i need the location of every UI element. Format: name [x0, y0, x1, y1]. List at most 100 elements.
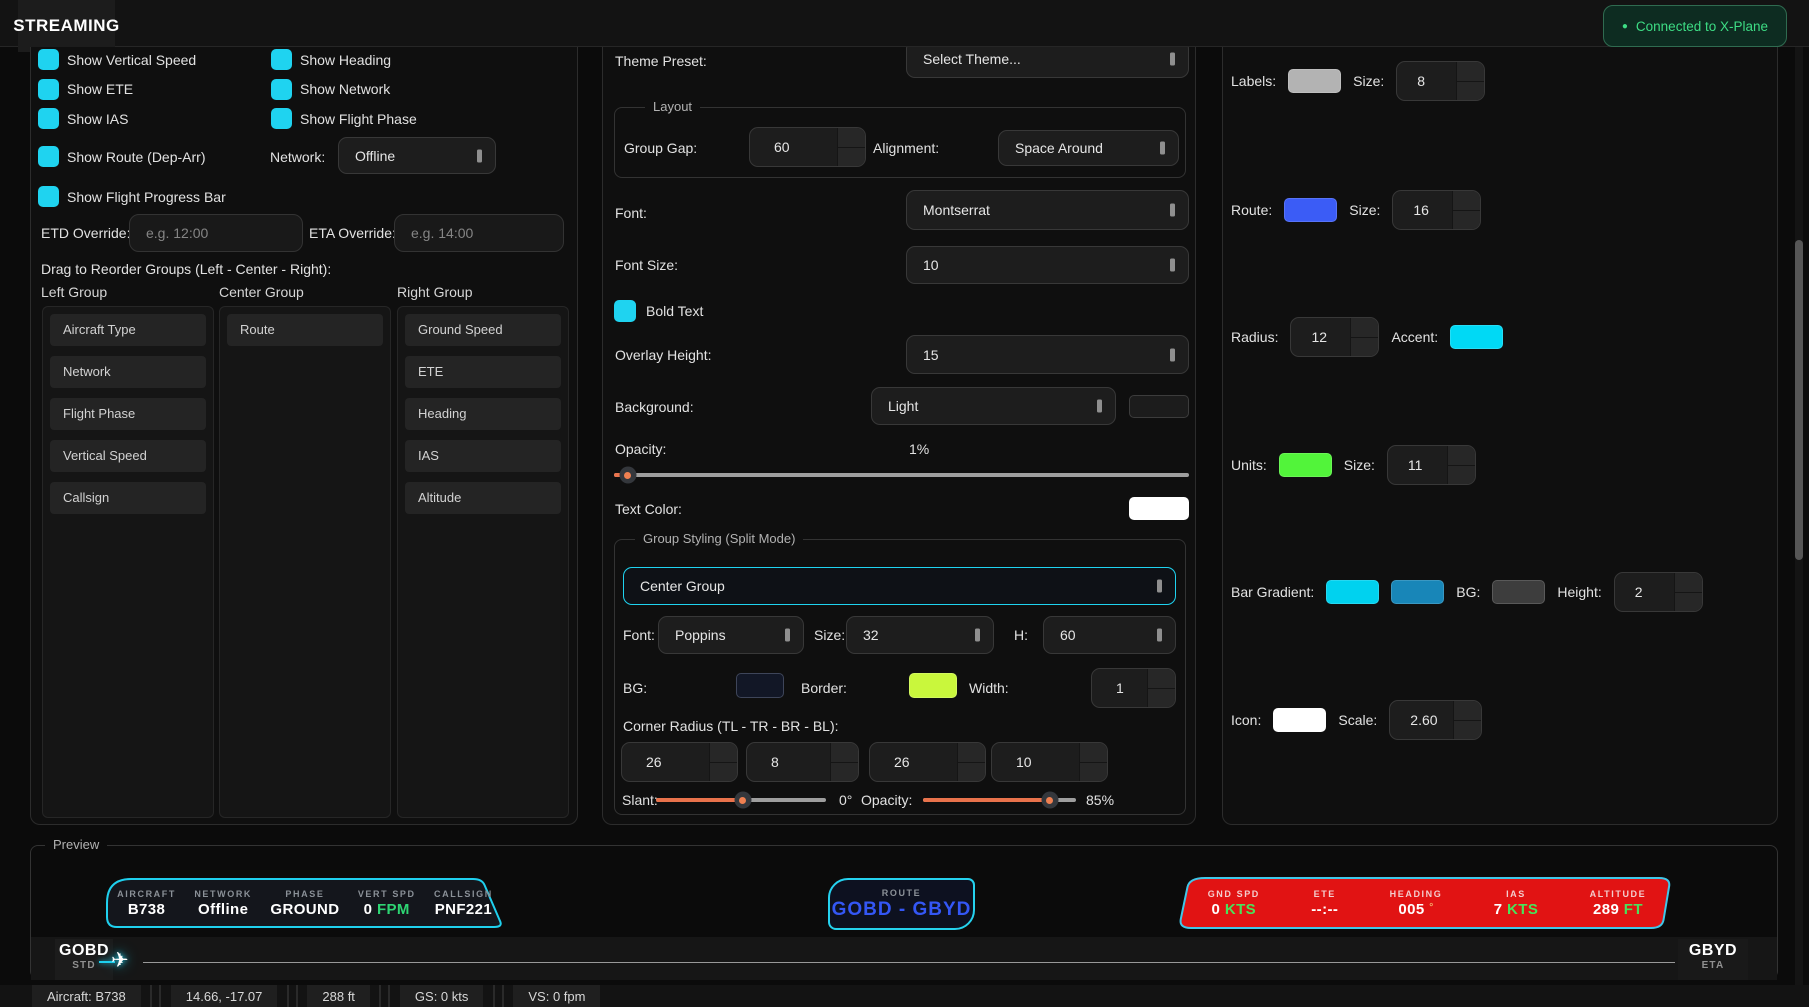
checkbox-show-vertical-speed[interactable]	[38, 49, 59, 70]
icon-scale-input[interactable]: 2.60	[1389, 700, 1482, 740]
corner-radius-bl-input[interactable]: 10	[991, 742, 1108, 782]
spinner-up-button[interactable]	[958, 743, 985, 763]
group-item[interactable]: Ground Speed	[405, 314, 561, 346]
font-size-select[interactable]: 10	[906, 246, 1189, 284]
tab-streaming[interactable]: STREAMING	[18, 0, 115, 52]
spinner-up-button[interactable]	[710, 743, 737, 763]
spinner-up-button[interactable]	[1148, 669, 1175, 689]
spinner-down-button[interactable]	[1457, 82, 1484, 101]
border-width-input[interactable]: 1	[1091, 668, 1176, 708]
spinner	[830, 743, 858, 781]
accent-color-swatch[interactable]	[1450, 325, 1503, 349]
slider-handle-icon[interactable]	[734, 792, 751, 809]
labels-color-swatch[interactable]	[1288, 69, 1341, 93]
corner-radius-tl-input[interactable]: 26	[621, 742, 738, 782]
group-border-swatch[interactable]	[909, 673, 957, 698]
group-item[interactable]: ETE	[405, 356, 561, 388]
slider-track[interactable]	[614, 473, 1189, 477]
group-font-select[interactable]: Poppins	[658, 616, 804, 654]
checkbox-show-flight-phase[interactable]	[271, 108, 292, 129]
slider-handle-icon[interactable]	[1041, 792, 1058, 809]
spinner-down-button[interactable]	[1351, 338, 1378, 357]
group-gap-input[interactable]: 60	[749, 127, 866, 167]
corner-radius-br-value: 26	[894, 754, 910, 770]
checkbox-show-ias[interactable]	[38, 108, 59, 129]
checkbox-show-flight-progress-bar[interactable]	[38, 186, 59, 207]
spinner-down-button[interactable]	[1148, 689, 1175, 708]
group-item[interactable]: Route	[227, 314, 383, 346]
spinner-down-button[interactable]	[1675, 593, 1702, 612]
group-item[interactable]: IAS	[405, 440, 561, 472]
preview-cell: VERT SPD 0 FPM	[358, 889, 416, 918]
group-item[interactable]: Aircraft Type	[50, 314, 206, 346]
group-item[interactable]: Vertical Speed	[50, 440, 206, 472]
route-color-label: Route:	[1231, 202, 1272, 218]
status-bar: Aircraft: B738 14.66, -17.07 288 ft GS: …	[0, 985, 1809, 1007]
spinner-up-button[interactable]	[1457, 62, 1484, 82]
spinner-up-button[interactable]	[1453, 191, 1480, 211]
group-height-select[interactable]: 60	[1043, 616, 1176, 654]
checkbox-show-route[interactable]	[38, 146, 59, 167]
spinner-down-button[interactable]	[831, 763, 858, 782]
eta-override-input[interactable]	[394, 214, 564, 252]
bar-bg-swatch[interactable]	[1492, 580, 1545, 604]
background-color-swatch[interactable]	[1129, 395, 1189, 418]
corner-radius-br-input[interactable]: 26	[869, 742, 986, 782]
scrollbar-thumb[interactable]	[1795, 240, 1803, 560]
corner-radius-tr-input[interactable]: 8	[746, 742, 859, 782]
checkbox-show-heading[interactable]	[271, 49, 292, 70]
spinner-up-button[interactable]	[1675, 573, 1702, 593]
spinner-down-button[interactable]	[838, 148, 865, 167]
spinner-up-button[interactable]	[1448, 446, 1475, 466]
spinner-down-button[interactable]	[1448, 466, 1475, 485]
theme-preset-select[interactable]: Select Theme...	[906, 47, 1189, 78]
streaming-settings-page: STREAMING ● Connected to X-Plane Show Ve…	[0, 0, 1809, 1007]
spinner-up-button[interactable]	[1351, 318, 1378, 338]
group-item[interactable]: Flight Phase	[50, 398, 206, 430]
group-size-select[interactable]: 32	[846, 616, 994, 654]
opacity-slider[interactable]	[614, 467, 1189, 483]
labels-size-input[interactable]: 8	[1396, 61, 1485, 101]
dropdown-indicator-icon	[1157, 629, 1162, 642]
bar-gradient-start-swatch[interactable]	[1326, 580, 1379, 604]
spinner-down-button[interactable]	[710, 763, 737, 782]
slant-slider[interactable]	[656, 792, 826, 808]
route-size-input[interactable]: 16	[1392, 190, 1481, 230]
spinner-up-button[interactable]	[1080, 743, 1107, 763]
background-select[interactable]: Light	[871, 387, 1116, 425]
alignment-select[interactable]: Space Around	[998, 130, 1179, 166]
spinner-up-button[interactable]	[838, 128, 865, 148]
arrival-code-box: GBYD ETA	[1678, 939, 1748, 980]
group-select[interactable]: Center Group	[623, 567, 1176, 605]
spinner-down-button[interactable]	[1080, 763, 1107, 782]
route-color-swatch[interactable]	[1284, 198, 1337, 222]
group-item[interactable]: Heading	[405, 398, 561, 430]
checkbox-show-network[interactable]	[271, 79, 292, 100]
spinner-up-button[interactable]	[831, 743, 858, 763]
checkbox-show-ete[interactable]	[38, 79, 59, 100]
overlay-height-select[interactable]: 15	[906, 335, 1189, 374]
spinner-down-button[interactable]	[958, 763, 985, 782]
group-item[interactable]: Network	[50, 356, 206, 388]
dropdown-indicator-icon	[785, 629, 790, 642]
group-height-value: 60	[1060, 627, 1076, 643]
group-opacity-slider[interactable]	[923, 792, 1076, 808]
font-select[interactable]: Montserrat	[906, 190, 1189, 230]
spinner-down-button[interactable]	[1454, 721, 1481, 740]
bar-height-input[interactable]: 2	[1614, 572, 1703, 612]
spinner-up-button[interactable]	[1454, 701, 1481, 721]
bar-gradient-end-swatch[interactable]	[1391, 580, 1444, 604]
group-item[interactable]: Altitude	[405, 482, 561, 514]
spinner-down-button[interactable]	[1453, 211, 1480, 230]
units-color-swatch[interactable]	[1279, 453, 1332, 477]
group-bg-swatch[interactable]	[736, 673, 784, 698]
slider-handle-icon[interactable]	[619, 467, 636, 484]
text-color-swatch[interactable]	[1129, 497, 1189, 520]
etd-override-input[interactable]	[129, 214, 303, 252]
network-select[interactable]: Offline	[338, 137, 496, 174]
radius-input[interactable]: 12	[1290, 317, 1379, 357]
checkbox-bold-text[interactable]	[614, 300, 636, 322]
icon-color-swatch[interactable]	[1273, 708, 1326, 732]
group-item[interactable]: Callsign	[50, 482, 206, 514]
units-size-input[interactable]: 11	[1387, 445, 1476, 485]
